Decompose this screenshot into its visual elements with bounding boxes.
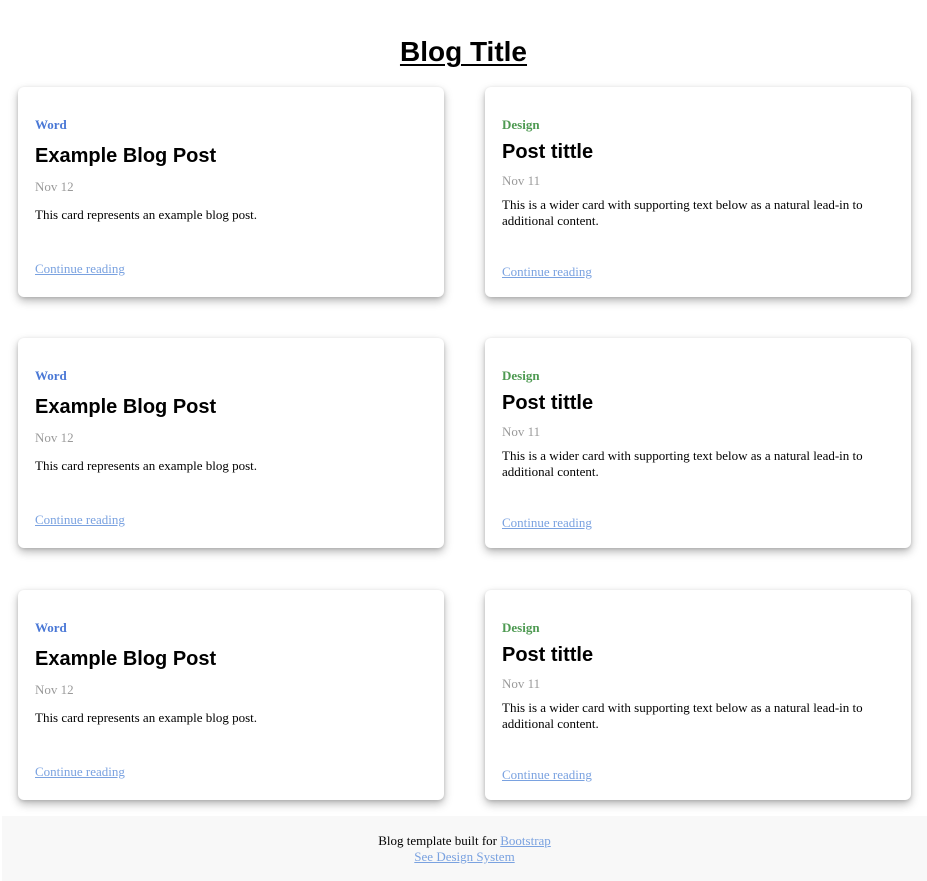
card-date: Nov 11 — [502, 173, 541, 188]
bootstrap-link[interactable]: Bootstrap — [500, 833, 551, 848]
card-title: Example Blog Post — [35, 648, 217, 670]
card-date: Nov 12 — [35, 430, 74, 445]
card-excerpt: This card represents an example blog pos… — [35, 207, 258, 222]
card-excerpt: This is a wider card with supporting tex… — [502, 700, 863, 731]
card-date: Nov 11 — [502, 676, 541, 691]
continue-reading-link[interactable]: Continue reading — [502, 515, 592, 531]
continue-reading-link[interactable]: Continue reading — [35, 261, 125, 277]
card-title: Example Blog Post — [35, 145, 217, 167]
card-title: Post tittle — [502, 644, 594, 666]
blog-card: Word Example Blog Post Nov 12 This card … — [18, 338, 444, 548]
blog-card: Design Post tittle Nov 11 This is a wide… — [485, 338, 911, 548]
card-category: Design — [502, 620, 540, 635]
card-category: Design — [502, 117, 540, 132]
footer-text: Blog template built for — [378, 833, 497, 848]
continue-reading-link[interactable]: Continue reading — [502, 767, 592, 783]
blog-card: Word Example Blog Post Nov 12 This card … — [18, 87, 444, 297]
card-excerpt: This is a wider card with supporting tex… — [502, 197, 863, 228]
blog-card: Word Example Blog Post Nov 12 This card … — [18, 590, 444, 800]
card-title: Example Blog Post — [35, 396, 217, 418]
card-category: Word — [35, 117, 67, 132]
card-date: Nov 12 — [35, 682, 74, 697]
design-system-link[interactable]: See Design System — [414, 849, 514, 864]
blog-card: Design Post tittle Nov 11 This is a wide… — [485, 590, 911, 800]
card-date: Nov 12 — [35, 179, 74, 194]
continue-reading-link[interactable]: Continue reading — [35, 512, 125, 528]
card-title: Post tittle — [502, 141, 594, 163]
continue-reading-link[interactable]: Continue reading — [35, 764, 125, 780]
page-title: Blog Title — [399, 36, 528, 67]
card-date: Nov 11 — [502, 424, 541, 439]
footer: Blog template built for Bootstrap See De… — [2, 816, 927, 881]
continue-reading-link[interactable]: Continue reading — [502, 264, 592, 280]
blog-card: Design Post tittle Nov 11 This is a wide… — [485, 87, 911, 297]
card-category: Word — [35, 368, 67, 383]
card-category: Word — [35, 620, 67, 635]
card-excerpt: This card represents an example blog pos… — [35, 458, 258, 473]
card-excerpt: This card represents an example blog pos… — [35, 710, 258, 725]
footer-line: See Design System — [2, 849, 927, 865]
card-title: Post tittle — [502, 392, 594, 414]
card-category: Design — [502, 368, 540, 383]
footer-line: Blog template built for Bootstrap — [2, 833, 927, 849]
card-excerpt: This is a wider card with supporting tex… — [502, 448, 863, 479]
